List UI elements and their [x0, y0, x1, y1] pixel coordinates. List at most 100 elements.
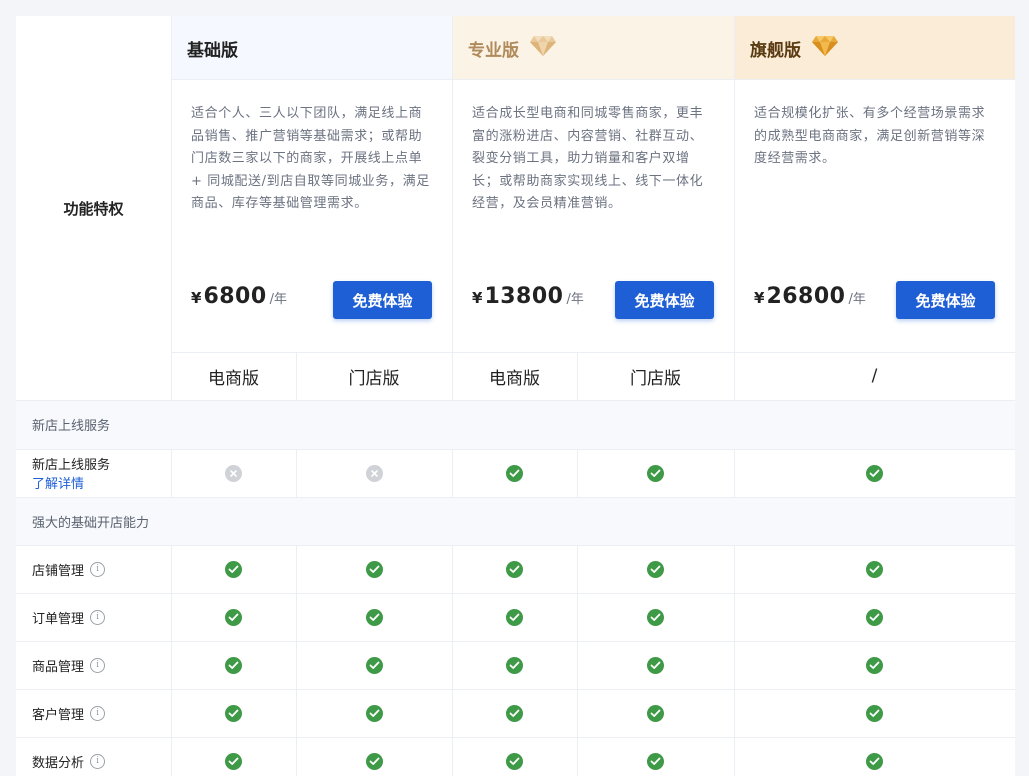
subcolumn-ecommerce-basic: 电商版 — [208, 368, 259, 389]
feature-cell — [296, 689, 452, 737]
info-icon[interactable]: i — [90, 705, 106, 721]
check-icon — [647, 704, 664, 722]
feature-cell — [171, 449, 296, 497]
plan-name: 专业版 — [468, 40, 519, 61]
feature-cell — [171, 737, 296, 776]
learn-more-link[interactable]: 了解详情 — [32, 473, 84, 492]
feature-cell — [452, 641, 577, 689]
feature-cell — [452, 737, 577, 776]
divider — [171, 593, 172, 641]
feature-cell — [296, 449, 452, 497]
check-icon — [225, 560, 242, 578]
row-label: 订单管理 i — [16, 593, 171, 641]
plan-title-pro: 专业版 — [452, 16, 734, 80]
feature-cell — [296, 641, 452, 689]
price-basic: ¥ 6800 /年 — [191, 284, 287, 309]
feature-cell — [296, 737, 452, 776]
cross-icon — [365, 464, 383, 482]
check-icon — [647, 560, 664, 578]
divider — [171, 545, 172, 593]
row-label-text: 商品管理 — [32, 659, 85, 675]
row-label-text: 新店上线服务 — [32, 458, 111, 473]
info-icon[interactable]: i — [90, 657, 106, 673]
diamond-icon — [811, 35, 839, 62]
divider — [171, 689, 172, 737]
check-icon — [225, 656, 242, 674]
plan-description-pro: 适合成长型电商和同城零售商家，更丰富的涨粉进店、内容营销、社群互动、裂变分销工具… — [472, 106, 704, 211]
feature-privilege-text: 功能特权 — [63, 199, 124, 218]
feature-cell — [171, 641, 296, 689]
feature-cell — [296, 545, 452, 593]
check-icon — [866, 560, 883, 578]
divider — [171, 79, 1015, 80]
check-icon — [365, 560, 383, 578]
check-icon — [506, 656, 523, 674]
divider — [171, 449, 172, 497]
feature-cell — [296, 593, 452, 641]
divider — [16, 641, 1015, 642]
check-icon — [506, 560, 523, 578]
currency-symbol: ¥ — [191, 289, 202, 307]
row-label: 新店上线服务 了解详情 — [16, 449, 171, 497]
feature-privilege-label: 功能特权 — [16, 16, 171, 400]
subcolumn-store-pro: 门店版 — [630, 368, 681, 389]
feature-cell — [171, 689, 296, 737]
row-label: 客户管理 i — [16, 689, 171, 737]
info-icon[interactable]: i — [90, 753, 106, 769]
check-icon — [365, 608, 383, 626]
price-value: 13800 — [484, 284, 564, 309]
row-label-text: 订单管理 — [32, 611, 85, 627]
row-label: 数据分析 i — [16, 737, 171, 776]
feature-cell — [577, 593, 734, 641]
check-icon — [647, 656, 664, 674]
feature-cell — [577, 689, 734, 737]
free-trial-button-pro[interactable]: 免费体验 — [615, 281, 714, 319]
row-label: 店铺管理 i — [16, 545, 171, 593]
divider — [16, 545, 1015, 546]
divider — [16, 689, 1015, 690]
divider — [171, 737, 172, 776]
section-header: 新店上线服务 — [16, 400, 1015, 449]
free-trial-button-flagship[interactable]: 免费体验 — [896, 281, 995, 319]
price-unit: /年 — [566, 292, 584, 307]
plan-title-basic: 基础版 — [171, 16, 452, 80]
free-trial-button-basic[interactable]: 免费体验 — [333, 281, 432, 319]
check-icon — [866, 464, 883, 482]
check-icon — [365, 704, 383, 722]
feature-cell — [577, 737, 734, 776]
feature-cell — [734, 593, 1015, 641]
divider — [171, 352, 1015, 353]
divider — [16, 400, 1015, 401]
check-icon — [866, 656, 883, 674]
check-icon — [225, 752, 242, 770]
cross-icon — [225, 464, 242, 482]
check-icon — [506, 608, 523, 626]
section-header: 强大的基础开店能力 — [16, 497, 1015, 545]
price-value: 26800 — [766, 284, 846, 309]
feature-cell — [577, 545, 734, 593]
feature-cell — [734, 545, 1015, 593]
divider — [452, 16, 453, 400]
feature-cell — [577, 449, 734, 497]
price-unit: /年 — [848, 292, 866, 307]
check-icon — [647, 608, 664, 626]
check-icon — [866, 752, 883, 770]
feature-cell — [734, 449, 1015, 497]
feature-cell — [577, 641, 734, 689]
check-icon — [866, 704, 883, 722]
row-label-text: 数据分析 — [32, 755, 85, 771]
divider — [16, 737, 1015, 738]
subcolumn-flagship: / — [871, 366, 878, 386]
check-icon — [365, 656, 383, 674]
check-icon — [225, 608, 242, 626]
divider — [577, 352, 578, 400]
info-icon[interactable]: i — [90, 609, 106, 625]
price-flagship: ¥ 26800 /年 — [754, 284, 866, 309]
plan-title-flagship: 旗舰版 — [734, 16, 1015, 80]
divider — [296, 352, 297, 400]
feature-cell — [452, 689, 577, 737]
feature-cell — [452, 449, 577, 497]
info-icon[interactable]: i — [90, 561, 106, 577]
plan-description-flagship: 适合规模化扩张、有多个经营场景需求的成熟型电商商家，满足创新营销等深度经营需求。 — [754, 106, 986, 166]
divider — [16, 497, 1015, 498]
